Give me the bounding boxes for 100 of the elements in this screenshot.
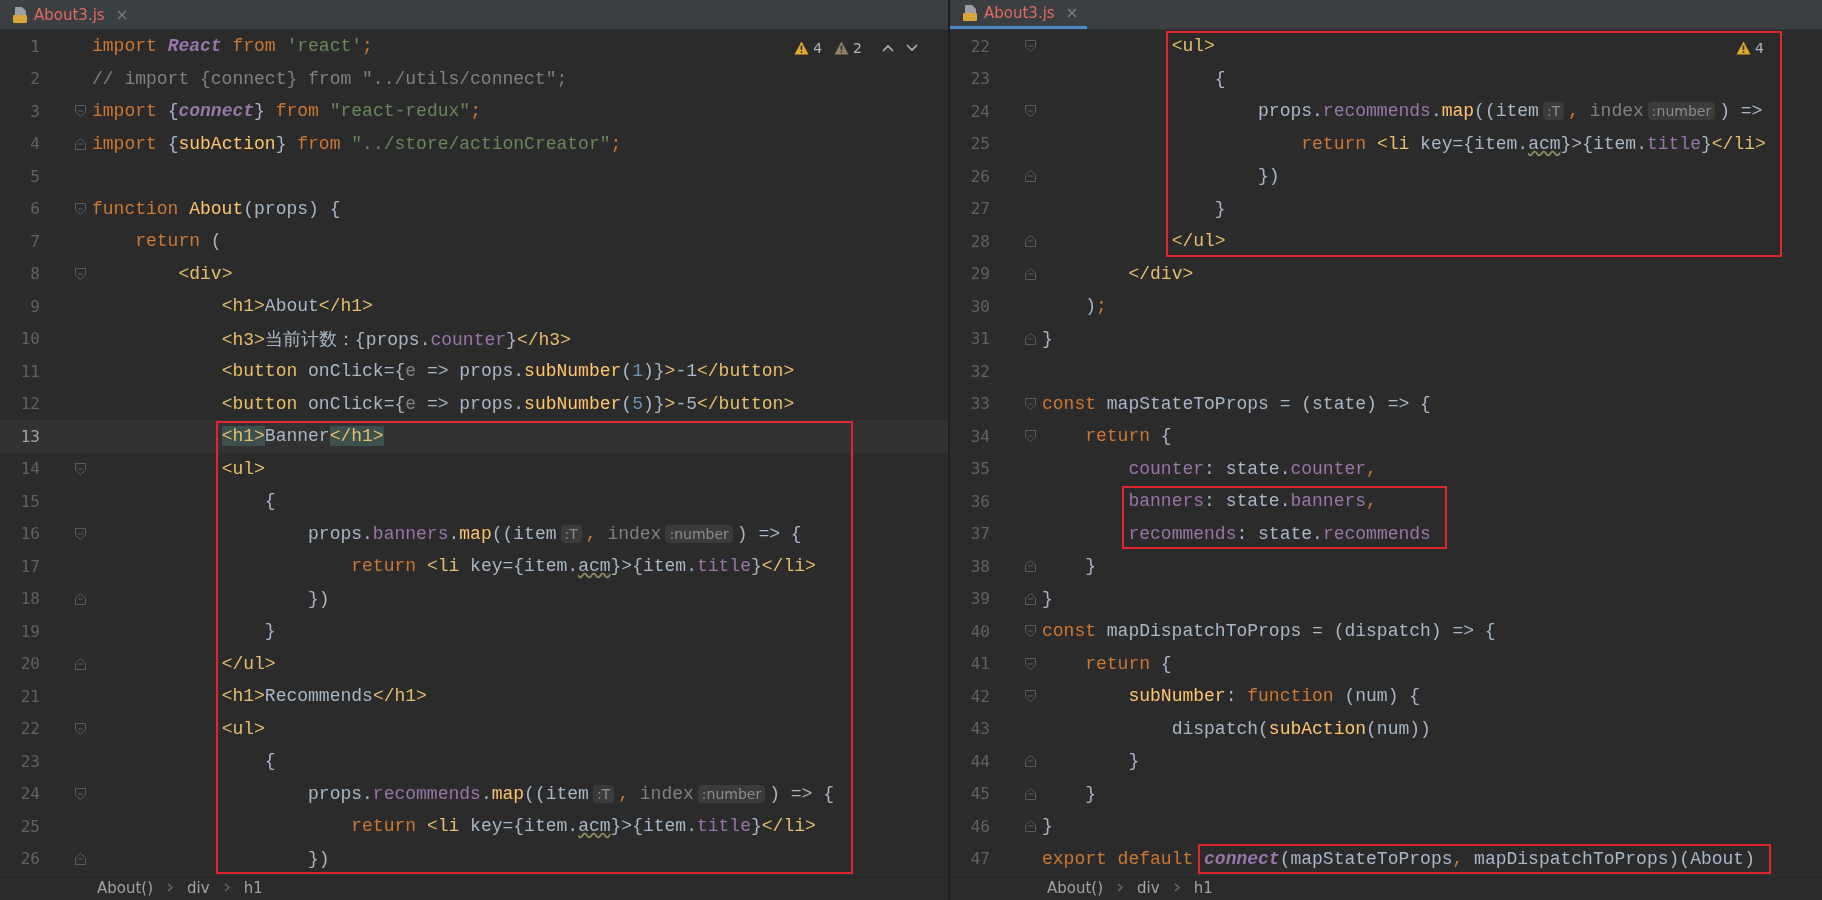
fold-icon[interactable] <box>1024 104 1038 119</box>
code-line: <h3>当前计数：{props.counter}</h3> <box>220 328 571 351</box>
line-number: 7 <box>29 231 40 251</box>
chevron-icon <box>1117 883 1124 892</box>
code-line: // import {connect} from "../utils/connect"; <box>92 68 568 89</box>
line-number: 17 <box>19 556 40 576</box>
fold-icon[interactable] <box>1024 689 1038 704</box>
fold-icon[interactable] <box>1024 169 1038 184</box>
line-number: 46 <box>969 816 990 836</box>
breadcrumb-item[interactable]: About() <box>97 878 154 897</box>
fold-icon[interactable] <box>1024 331 1038 346</box>
code-line: const mapDispatchToProps = (dispatch) => { <box>1042 621 1496 642</box>
code-line: ); <box>1084 296 1107 317</box>
code-line: props.recommends.map((item :T , index :number ) => <box>1257 101 1763 122</box>
code-line: <h1>About</h1> <box>220 296 373 317</box>
code-line: } <box>1127 751 1140 772</box>
code-line: } <box>1084 783 1097 804</box>
fold-icon[interactable] <box>1024 591 1038 606</box>
fold-icon[interactable] <box>1024 39 1038 54</box>
line-number: 45 <box>969 784 990 804</box>
code-line: return ( <box>134 231 222 252</box>
chevron-up-icon[interactable] <box>882 44 894 52</box>
breadcrumb-item[interactable]: About() <box>1047 878 1104 897</box>
fold-icon[interactable] <box>1024 559 1038 574</box>
fold-icon[interactable] <box>1024 429 1038 444</box>
line-number: 9 <box>29 296 40 316</box>
breadcrumb-item[interactable]: div <box>187 878 210 897</box>
fold-icon[interactable] <box>1024 234 1038 249</box>
line-number: 11 <box>19 361 40 381</box>
line-number: 22 <box>969 36 990 56</box>
code-line: props.banners.map((item :T , index :number ) => { <box>307 523 802 544</box>
line-number: 33 <box>969 394 990 414</box>
code-line: connect(mapStateToProps, mapDispatchToProps)(About) <box>1204 848 1755 869</box>
fold-icon[interactable] <box>1024 396 1038 411</box>
breadcrumb-item[interactable]: h1 <box>243 878 263 897</box>
chevron-down-icon[interactable] <box>906 44 918 52</box>
fold-icon[interactable] <box>74 851 88 866</box>
line-number: 25 <box>19 816 40 836</box>
code-line: <div> <box>177 263 233 284</box>
line-number: 21 <box>19 686 40 706</box>
js-file-icon <box>12 5 28 24</box>
line-number: 13 <box>19 426 40 446</box>
js-file-icon <box>962 4 978 22</box>
fold-icon[interactable] <box>74 786 88 801</box>
code-line: } <box>1084 556 1097 577</box>
code-line: } <box>1042 328 1053 349</box>
file-tab[interactable]: About3.js <box>0 0 137 29</box>
close-icon[interactable] <box>116 9 127 20</box>
fold-icon[interactable] <box>74 721 88 736</box>
fold-icon[interactable] <box>1024 754 1038 769</box>
code-line: } <box>1042 816 1053 837</box>
fold-icon[interactable] <box>74 461 88 476</box>
warning-icon[interactable] <box>1736 41 1752 55</box>
fold-icon[interactable] <box>74 136 88 151</box>
line-number: 16 <box>19 524 40 544</box>
line-number: 19 <box>19 621 40 641</box>
fold-icon[interactable] <box>1024 819 1038 834</box>
fold-icon[interactable] <box>1024 624 1038 639</box>
line-number: 27 <box>969 199 990 219</box>
code-line: import {connect} from "react-redux"; <box>92 101 481 122</box>
file-tab[interactable]: About3.js <box>950 0 1087 29</box>
line-number: 5 <box>29 166 40 186</box>
line-number: 15 <box>19 491 40 511</box>
code-line: <ul> <box>220 458 265 479</box>
fold-icon[interactable] <box>74 656 88 671</box>
line-number: 26 <box>969 166 990 186</box>
code-line: </ul> <box>220 653 276 674</box>
line-number: 37 <box>969 524 990 544</box>
code-line: <ul> <box>220 718 265 739</box>
line-number: 36 <box>969 491 990 511</box>
code-line: props.recommends.map((item :T , index :number ) => { <box>307 783 834 804</box>
fold-icon[interactable] <box>1024 266 1038 281</box>
line-number: 10 <box>19 329 40 349</box>
fold-icon[interactable] <box>74 591 88 606</box>
warning-count: 4 <box>813 40 823 56</box>
line-number: 40 <box>969 621 990 641</box>
line-number: 18 <box>19 589 40 609</box>
fold-icon[interactable] <box>74 104 88 119</box>
warning-count: 2 <box>853 40 862 56</box>
chevron-icon <box>1173 883 1180 892</box>
code-line: export default <box>1042 848 1195 869</box>
code-line: { <box>263 751 276 772</box>
code-line: }) <box>307 848 330 869</box>
line-number: 4 <box>29 134 40 154</box>
fold-icon[interactable] <box>74 266 88 281</box>
warning-icon[interactable] <box>794 41 810 55</box>
code-line: return <li key={item.acm}>{item.title}</li> <box>350 816 816 837</box>
fold-icon[interactable] <box>1024 786 1038 801</box>
code-line: return <li key={item.acm}>{item.title}</li> <box>1300 133 1766 154</box>
close-icon[interactable] <box>1066 8 1077 18</box>
breadcrumb-item[interactable]: h1 <box>1193 878 1213 897</box>
breadcrumb-item[interactable]: div <box>1137 878 1160 897</box>
line-number: 8 <box>29 264 40 284</box>
fold-icon[interactable] <box>74 201 88 216</box>
line-number: 1 <box>29 36 40 56</box>
line-number: 23 <box>969 69 990 89</box>
fold-icon[interactable] <box>74 526 88 541</box>
fold-icon[interactable] <box>1024 656 1038 671</box>
code-line: recommends: state.recommends <box>1127 523 1431 544</box>
warning-icon[interactable] <box>834 41 850 55</box>
